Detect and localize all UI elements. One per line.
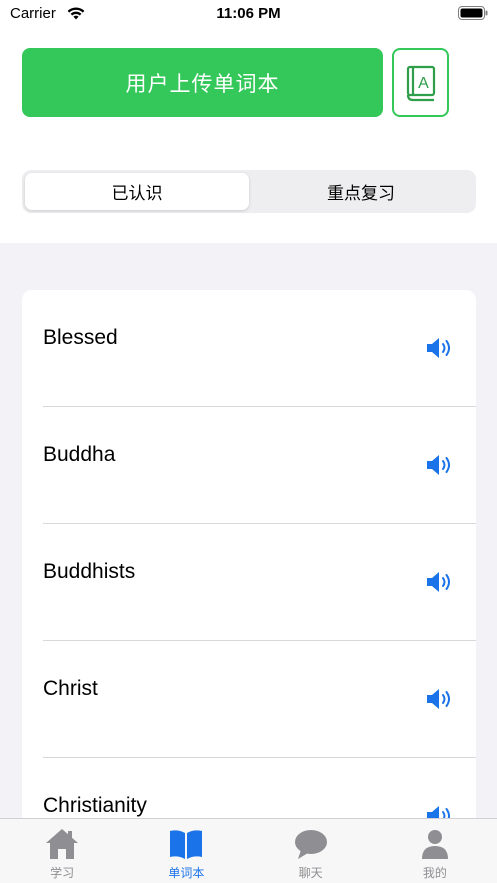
tab-chat[interactable]: 聊天: [249, 819, 373, 883]
word-row[interactable]: Buddhists: [22, 524, 476, 641]
word-row[interactable]: Christ: [22, 641, 476, 758]
word-list: Blessed Buddha Buddhists Christ Christia…: [22, 290, 476, 850]
segmented-control: 已认识 重点复习: [22, 170, 476, 213]
tab-profile[interactable]: 我的: [373, 819, 497, 883]
word-row[interactable]: Buddha: [22, 407, 476, 524]
house-icon: [46, 829, 79, 859]
person-icon: [421, 830, 448, 859]
status-time: 11:06 PM: [216, 5, 281, 22]
svg-text:A: A: [418, 75, 429, 92]
speaker-icon[interactable]: [425, 336, 453, 360]
word-text: Christianity: [43, 794, 147, 817]
speaker-icon[interactable]: [425, 453, 453, 477]
segment-known[interactable]: 已认识: [25, 173, 249, 210]
upload-wordbook-button[interactable]: 用户上传单词本: [22, 48, 383, 117]
word-text: Buddhists: [43, 560, 136, 583]
speaker-icon[interactable]: [425, 687, 453, 711]
book-a-icon: A: [406, 65, 435, 101]
word-text: Christ: [43, 677, 98, 700]
dictionary-button[interactable]: A: [392, 48, 449, 117]
word-text: Buddha: [43, 443, 116, 466]
tab-profile-label: 我的: [422, 866, 447, 880]
status-bar: Carrier 11:06 PM: [0, 0, 497, 28]
segment-review[interactable]: 重点复习: [249, 173, 473, 210]
word-text: Blessed: [43, 326, 118, 349]
segment-review-label: 重点复习: [327, 184, 395, 203]
tab-study-label: 学习: [50, 866, 75, 880]
battery-icon: [458, 6, 488, 20]
tab-chat-label: 聊天: [298, 866, 323, 880]
segment-known-label: 已认识: [111, 184, 163, 203]
tab-wordbook-label: 单词本: [168, 866, 205, 880]
tab-wordbook[interactable]: 单词本: [124, 819, 248, 883]
open-book-icon: [170, 830, 203, 859]
speaker-icon[interactable]: [425, 570, 453, 594]
tab-study[interactable]: 学习: [0, 819, 124, 883]
word-row[interactable]: Blessed: [22, 290, 476, 407]
tab-bar: 学习 单词本 聊天 我的: [0, 818, 497, 883]
upload-wordbook-label: 用户上传单词本: [125, 72, 280, 96]
chat-bubble-icon: [294, 830, 327, 859]
